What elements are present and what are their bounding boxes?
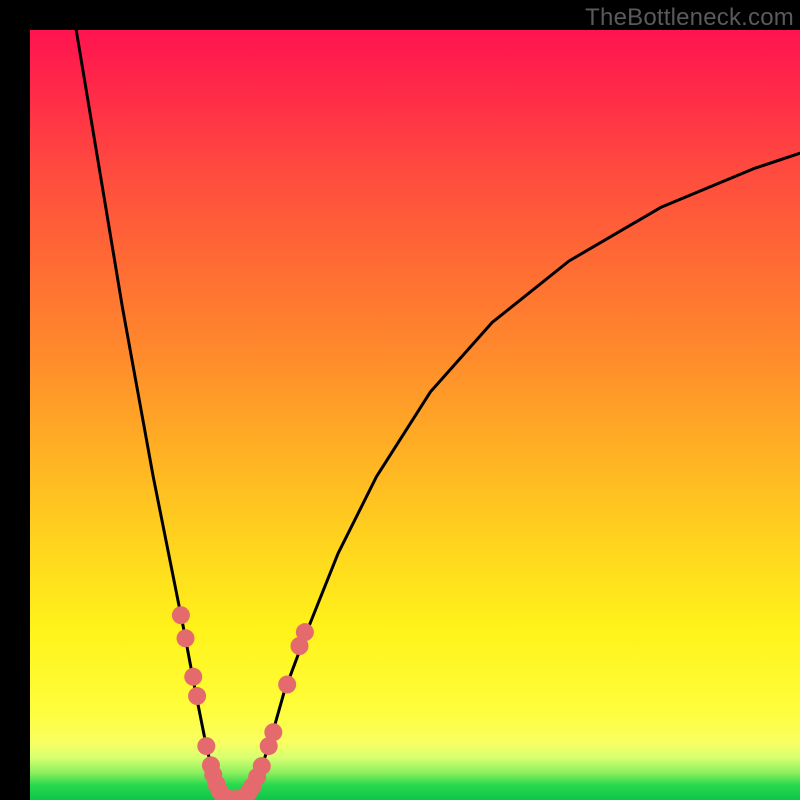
data-point-dot bbox=[188, 687, 206, 705]
bottleneck-curve bbox=[76, 30, 800, 799]
watermark-text: TheBottleneck.com bbox=[585, 4, 794, 32]
data-point-dot bbox=[253, 757, 271, 775]
data-point-dot bbox=[278, 676, 296, 694]
data-point-dot bbox=[296, 623, 314, 641]
data-point-dot bbox=[184, 668, 202, 686]
data-point-dot bbox=[172, 606, 190, 624]
data-point-dot bbox=[177, 629, 195, 647]
dots-group bbox=[172, 606, 314, 800]
chart-svg bbox=[30, 30, 800, 800]
chart-frame: TheBottleneck.com bbox=[0, 0, 800, 800]
data-point-dot bbox=[264, 723, 282, 741]
plot-area bbox=[30, 30, 800, 800]
curve-group bbox=[76, 30, 800, 799]
data-point-dot bbox=[197, 737, 215, 755]
